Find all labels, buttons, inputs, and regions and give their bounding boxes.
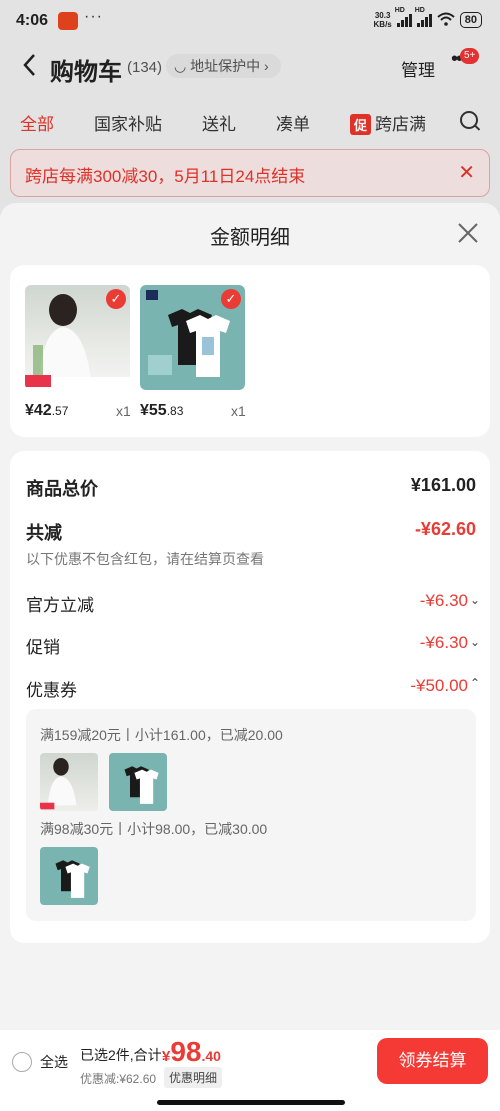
chevron-down-icon: ⌄ xyxy=(469,593,480,607)
coupon-detail-line: 满98减30元丨小计98.00，已减30.00 xyxy=(40,821,268,837)
checkout-bar: 全选 已选2件,合计: ¥98.40 优惠减:¥62.60 优惠明细 领券结算 xyxy=(0,1030,500,1111)
checked-icon: ✓ xyxy=(221,289,241,309)
dim-overlay[interactable] xyxy=(0,0,500,215)
coupon-detail-line: 满159减20元丨小计161.00，已减20.00 xyxy=(40,727,283,743)
product-thumbnail: ✓ xyxy=(140,285,245,390)
total-amount: ¥98.40 xyxy=(162,1036,221,1067)
product-price: ¥55.83 xyxy=(140,402,184,419)
official-discount-label: 官方立减 xyxy=(26,596,94,615)
select-all-label[interactable]: 全选 xyxy=(40,1052,68,1072)
coupon-detail-box: 满159减20元丨小计161.00，已减20.00 满98减30元丨小计98.0… xyxy=(26,709,476,921)
close-icon[interactable] xyxy=(457,221,479,249)
amount-detail-sheet: 金额明细 ✓ ¥42.57 x1 ✓ ¥55.83 x1 商品总价 ¥161.0… xyxy=(0,203,500,1033)
promotion-label: 促销 xyxy=(26,638,60,657)
sheet-title: 金额明细 xyxy=(210,227,290,249)
coupon-label: 优惠券 xyxy=(26,681,77,700)
checked-icon: ✓ xyxy=(106,289,126,309)
product-thumbnail xyxy=(40,847,98,905)
reduction-label: 共减 xyxy=(26,523,62,543)
total-price-label: 商品总价 xyxy=(26,479,98,499)
price-summary-card: 商品总价 ¥161.00 共减 -¥62.60 以下优惠不包含红包，请在结算页查… xyxy=(10,451,490,943)
chevron-up-icon: ⌃ xyxy=(469,676,480,690)
chevron-down-icon: ⌄ xyxy=(469,635,480,649)
select-all-checkbox[interactable] xyxy=(12,1052,32,1072)
selected-items-card: ✓ ¥42.57 x1 ✓ ¥55.83 x1 xyxy=(10,265,490,437)
product-price: ¥42.57 xyxy=(25,402,69,419)
product-quantity: x1 xyxy=(116,403,131,419)
product-thumbnail xyxy=(40,753,98,811)
product-thumbnail xyxy=(109,753,167,811)
coupon-value: -¥50.00 xyxy=(410,676,468,695)
selected-count: 已选2件,合计: xyxy=(80,1047,166,1063)
home-indicator[interactable] xyxy=(157,1100,345,1105)
product-quantity: x1 xyxy=(231,403,246,419)
discount-amount: 优惠减:¥62.60 xyxy=(80,1072,157,1086)
official-discount-value: -¥6.30 xyxy=(419,591,468,610)
product-thumbnail: ✓ xyxy=(25,285,130,390)
total-price-value: ¥161.00 xyxy=(410,475,476,495)
reduction-value: -¥62.60 xyxy=(414,519,476,539)
reduction-hint: 以下优惠不包含红包，请在结算页查看 xyxy=(26,551,264,567)
promotion-value: -¥6.30 xyxy=(419,633,468,652)
discount-detail-button[interactable]: 优惠明细 xyxy=(164,1067,223,1088)
checkout-button[interactable]: 领券结算 xyxy=(377,1038,488,1084)
